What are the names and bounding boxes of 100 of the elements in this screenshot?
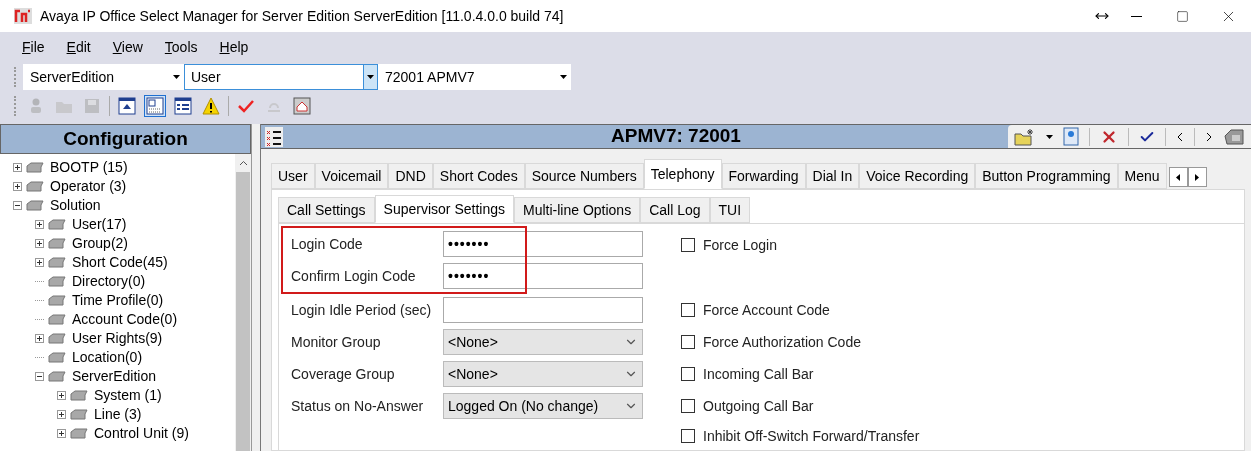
expand-icon[interactable] bbox=[35, 334, 44, 343]
tab[interactable]: Dial In bbox=[805, 163, 860, 189]
expand-icon[interactable] bbox=[57, 410, 66, 419]
tree-item[interactable]: User Rights(9) bbox=[70, 328, 163, 349]
tree-item[interactable]: Account Code(0) bbox=[70, 309, 178, 330]
tree-item[interactable]: System (1) bbox=[92, 385, 162, 406]
tree-item[interactable]: Solution bbox=[48, 195, 101, 216]
tree-node-icon bbox=[47, 274, 67, 289]
menu-item[interactable]: View bbox=[112, 36, 143, 58]
checkbox-label: Inhibit Off-Switch Forward/Transfer bbox=[703, 426, 920, 446]
tree-item[interactable]: ServerEdition bbox=[70, 366, 157, 387]
window-icon bbox=[146, 97, 164, 115]
window-title: Avaya IP Office Select Manager for Server Edition ServerEdition [11.0.4.0.0 build 74] bbox=[40, 6, 564, 26]
collapse-icon[interactable] bbox=[35, 372, 44, 381]
tree-node-icon bbox=[47, 369, 67, 384]
expand-icon[interactable] bbox=[35, 239, 44, 248]
tab-scroll-left-button[interactable] bbox=[1168, 167, 1188, 187]
menu-item[interactable]: Help bbox=[219, 36, 249, 58]
field-label: Confirm Login Code bbox=[290, 266, 417, 286]
tree-node-icon bbox=[47, 236, 67, 251]
checkbox[interactable] bbox=[681, 429, 695, 443]
tab[interactable]: Button Programming bbox=[975, 163, 1118, 189]
tree-item[interactable]: Line (3) bbox=[92, 404, 142, 425]
dropdown[interactable]: <None> bbox=[443, 329, 643, 355]
tree-node-icon bbox=[25, 179, 45, 194]
expand-icon[interactable] bbox=[13, 163, 22, 172]
dropdown[interactable]: 72001 APMV7 bbox=[378, 64, 571, 90]
dropdown[interactable]: <None> bbox=[443, 361, 643, 387]
tree-item[interactable]: Location(0) bbox=[70, 347, 143, 368]
tab[interactable]: Telephony bbox=[643, 159, 722, 189]
field-label: Status on No-Answer bbox=[290, 396, 425, 416]
checkbox[interactable] bbox=[681, 335, 695, 349]
scroll-up-icon[interactable] bbox=[238, 160, 248, 166]
dropdown[interactable]: ServerEdition bbox=[23, 64, 184, 90]
checkbox[interactable] bbox=[681, 238, 695, 252]
field-label: Login Code bbox=[290, 234, 364, 254]
field-label: Coverage Group bbox=[290, 364, 396, 384]
tree-node-icon bbox=[69, 407, 89, 422]
menu-item[interactable]: File bbox=[22, 36, 45, 58]
tree-node-icon bbox=[47, 312, 67, 327]
tab[interactable]: Voicemail bbox=[314, 163, 389, 189]
tree-item[interactable]: BOOTP (15) bbox=[48, 157, 128, 178]
input-field[interactable] bbox=[443, 297, 643, 323]
toolbar-button[interactable] bbox=[172, 95, 194, 117]
tab[interactable]: Voice Recording bbox=[859, 163, 976, 189]
tab[interactable]: Short Codes bbox=[432, 163, 525, 189]
dropdown[interactable]: User bbox=[184, 64, 378, 90]
checkbox[interactable] bbox=[681, 399, 695, 413]
list-icon[interactable] bbox=[265, 126, 283, 147]
house-icon bbox=[293, 97, 311, 115]
document-icon[interactable] bbox=[1063, 127, 1079, 146]
checkbox[interactable] bbox=[681, 367, 695, 381]
tab[interactable]: TUI bbox=[709, 197, 751, 223]
tree-node-icon bbox=[69, 388, 89, 403]
expand-icon[interactable] bbox=[57, 429, 66, 438]
tab[interactable]: Multi-line Options bbox=[514, 197, 641, 223]
tree-node-icon bbox=[47, 350, 67, 365]
new-folder-icon[interactable] bbox=[1014, 127, 1036, 146]
tab[interactable]: Supervisor Settings bbox=[374, 195, 514, 223]
checkbox-label: Incoming Call Bar bbox=[703, 364, 814, 384]
dropdown[interactable]: Logged On (No change) bbox=[443, 393, 643, 419]
tab[interactable]: DND bbox=[388, 163, 433, 189]
next-icon[interactable] bbox=[1205, 131, 1213, 142]
tree-item[interactable]: Group(2) bbox=[70, 233, 129, 254]
tab[interactable]: Forwarding bbox=[721, 163, 806, 189]
expand-icon[interactable] bbox=[13, 182, 22, 191]
expand-icon[interactable] bbox=[57, 391, 66, 400]
tree-item[interactable]: User(17) bbox=[70, 214, 127, 235]
menu-item[interactable]: Edit bbox=[66, 36, 91, 58]
tab[interactable]: Call Log bbox=[640, 197, 710, 223]
scrollbar[interactable] bbox=[235, 154, 251, 451]
tree-item[interactable]: Control Unit (9) bbox=[92, 423, 189, 444]
previous-icon[interactable] bbox=[1176, 131, 1184, 142]
checkbox-label: Force Authorization Code bbox=[703, 332, 861, 352]
password-field[interactable]: ••••••• bbox=[443, 231, 643, 257]
caret-icon bbox=[559, 75, 567, 79]
left-arrow-icon bbox=[1176, 173, 1181, 181]
tab[interactable]: Call Settings bbox=[278, 197, 375, 223]
password-field[interactable]: ••••••• bbox=[443, 263, 643, 289]
right-arrow-icon bbox=[1195, 173, 1200, 181]
toolbar-button[interactable] bbox=[200, 95, 222, 117]
tab[interactable]: Source Numbers bbox=[524, 163, 644, 189]
expand-icon[interactable] bbox=[35, 258, 44, 267]
caret-icon[interactable] bbox=[1046, 134, 1053, 139]
tree-item[interactable]: Directory(0) bbox=[70, 271, 146, 292]
save-icon bbox=[83, 97, 101, 115]
collapse-icon[interactable] bbox=[13, 201, 22, 210]
tree-item[interactable]: Operator (3) bbox=[48, 176, 127, 197]
checkbox-label: Force Account Code bbox=[703, 300, 830, 320]
tree-item[interactable]: Time Profile(0) bbox=[70, 290, 164, 311]
tree-node-icon bbox=[47, 293, 67, 308]
maximize-icon bbox=[1175, 9, 1189, 23]
expand-icon[interactable] bbox=[35, 220, 44, 229]
app-logo-icon bbox=[14, 8, 32, 24]
tab[interactable]: Menu bbox=[1117, 163, 1167, 189]
checkbox[interactable] bbox=[681, 303, 695, 317]
toolbar-button[interactable] bbox=[116, 95, 138, 117]
tree-item[interactable]: Short Code(45) bbox=[70, 252, 168, 273]
menu-item[interactable]: Tools bbox=[164, 36, 198, 58]
tab[interactable]: User bbox=[271, 163, 315, 189]
